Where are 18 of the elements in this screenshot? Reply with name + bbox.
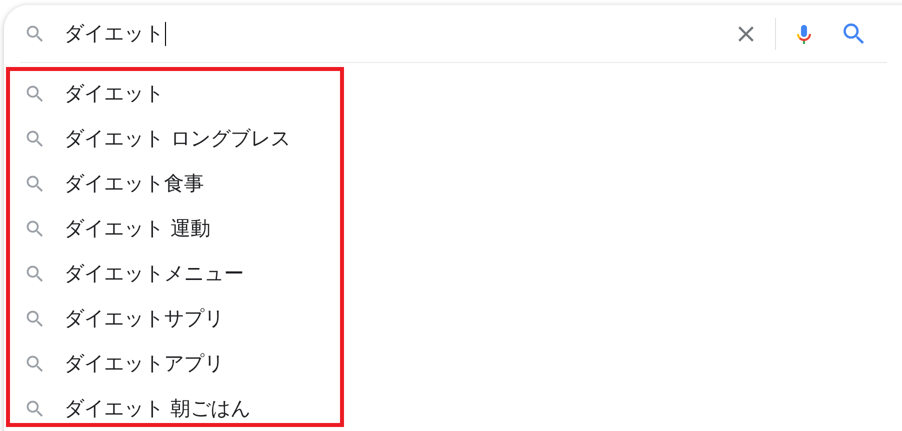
text-cursor [165, 22, 166, 46]
suggestion-item[interactable]: ダイエット食事 [6, 161, 344, 206]
suggestion-item[interactable]: ダイエットサプリ [6, 296, 344, 341]
suggestion-text: ダイエットアプリ [64, 350, 224, 377]
suggestion-text: ダイエット ロングブレス [64, 125, 290, 152]
suggestion-text: ダイエット [64, 80, 164, 107]
search-query[interactable]: ダイエット [64, 20, 164, 47]
suggestion-item[interactable]: ダイエットアプリ [6, 341, 344, 386]
suggestion-item[interactable]: ダイエットメニュー [6, 251, 344, 296]
suggestion-text: ダイエット食事 [64, 170, 204, 197]
suggestion-text: ダイエット 朝ごはん [64, 395, 250, 422]
suggestion-text: ダイエットメニュー [64, 260, 244, 287]
suggestion-text: ダイエットサプリ [64, 305, 224, 332]
suggestion-item[interactable]: ダイエット 朝ごはん [6, 386, 344, 431]
suggestion-item[interactable]: ダイエット 運動 [6, 206, 344, 251]
suggestion-text: ダイエット 運動 [64, 215, 210, 242]
suggestion-item[interactable]: ダイエット [6, 71, 344, 116]
suggestion-item[interactable]: ダイエット ロングブレス [6, 116, 344, 161]
